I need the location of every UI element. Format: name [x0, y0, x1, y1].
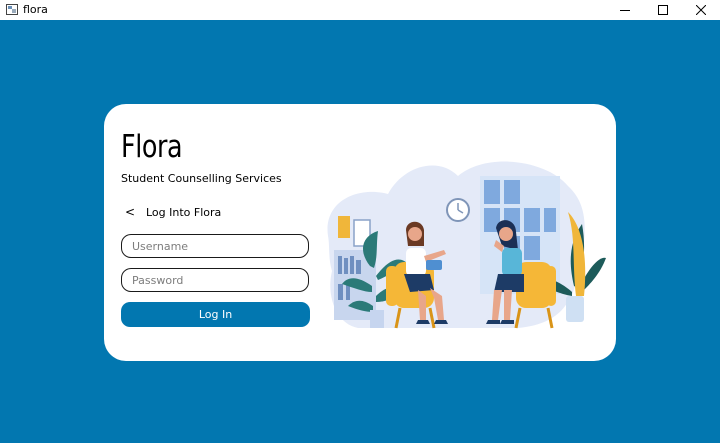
app-icon: [6, 4, 18, 15]
close-icon: [696, 5, 706, 15]
brand-title: Flora: [121, 129, 183, 165]
back-button[interactable]: <: [121, 204, 139, 220]
login-button[interactable]: Log In: [121, 302, 310, 327]
minimize-icon: [620, 10, 630, 11]
close-button[interactable]: [682, 0, 720, 20]
maximize-button[interactable]: [644, 0, 682, 20]
maximize-icon: [658, 5, 668, 15]
brand-subtitle: Student Counselling Services: [121, 172, 282, 185]
username-input[interactable]: [121, 234, 309, 258]
back-row: < Log Into Flora: [121, 204, 221, 220]
minimize-button[interactable]: [606, 0, 644, 20]
title-bar: flora: [0, 0, 720, 20]
counselling-illustration: [327, 161, 606, 329]
form-heading: Log Into Flora: [146, 205, 222, 219]
login-card: Flora Student Counselling Services < Log…: [104, 104, 616, 361]
password-input[interactable]: [121, 268, 309, 292]
window-title: flora: [23, 3, 48, 16]
